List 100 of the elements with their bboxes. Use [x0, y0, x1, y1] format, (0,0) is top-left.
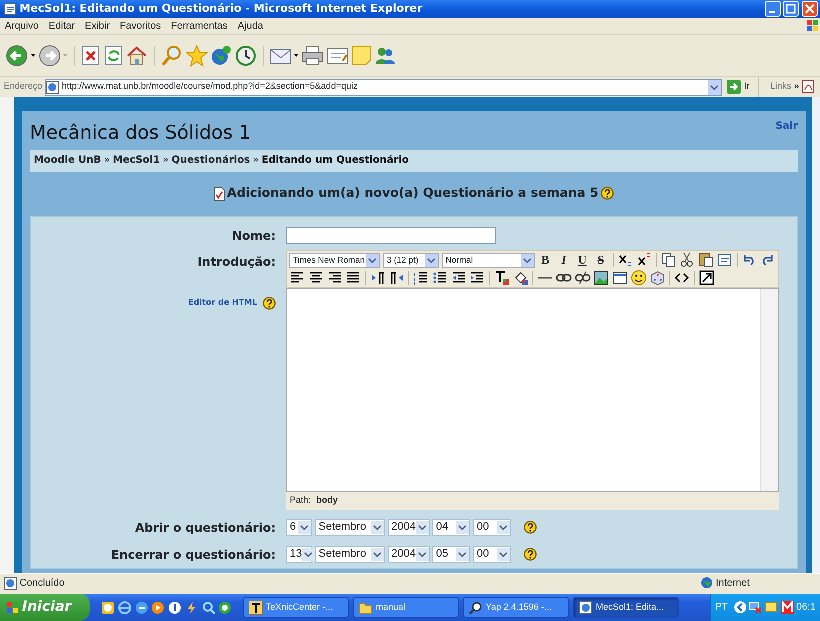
envelope-icon[interactable]	[270, 46, 292, 64]
path-link[interactable]: body	[316, 494, 338, 508]
taskbar-button[interactable]: manual	[353, 597, 460, 618]
quiz-icon	[214, 186, 225, 200]
superscript-icon[interactable]	[636, 252, 652, 268]
dice-icon[interactable]	[650, 270, 666, 286]
links-label[interactable]: Links	[764, 80, 792, 94]
maximize-button[interactable]	[783, 1, 800, 17]
mail-m-icon[interactable]	[780, 601, 794, 614]
table-icon[interactable]	[612, 270, 628, 286]
caret-icon[interactable]	[294, 54, 300, 57]
name-input-field[interactable]	[286, 227, 496, 244]
strikethrough-button[interactable]: S	[593, 252, 609, 268]
left-to-right-icon[interactable]	[370, 270, 386, 286]
minute-select[interactable]: 00	[473, 546, 511, 563]
address-field[interactable]: http://www.mat.unb.br/moodle/course/mod.php?id=2&section=5&add=quiz	[45, 78, 722, 96]
unlink-icon[interactable]	[574, 270, 590, 286]
refresh-icon[interactable]	[104, 46, 124, 66]
help-icon[interactable]	[601, 187, 614, 200]
size-select[interactable]: 3 (12 pt)	[383, 252, 440, 268]
media-player-icon[interactable]	[151, 600, 166, 614]
month-select[interactable]: Setembro	[314, 519, 385, 536]
underline-button[interactable]: U	[574, 252, 590, 268]
bulleted-list-icon[interactable]	[432, 270, 448, 286]
font-select[interactable]: Times New Roman	[289, 252, 380, 268]
year-select[interactable]: 2004	[388, 519, 430, 536]
zone-text: Internet	[716, 576, 751, 590]
minute-select[interactable]: 00	[473, 519, 511, 536]
taskbar-button[interactable]: MecSol1: Edita...	[573, 597, 680, 618]
star-icon[interactable]	[186, 44, 208, 66]
html-editor-link[interactable]: Editor de HTML	[188, 297, 258, 310]
smiley-icon[interactable]	[630, 270, 647, 286]
stop-icon[interactable]	[80, 46, 101, 66]
browser-page-icon	[4, 2, 17, 16]
numbered-list-icon[interactable]	[413, 270, 429, 286]
italic-button[interactable]: I	[556, 252, 572, 268]
breadcrumb-separator: »	[162, 154, 170, 168]
help-icon[interactable]	[263, 296, 276, 310]
go-arrow-icon	[727, 80, 742, 94]
caret-icon[interactable]	[30, 54, 36, 57]
course-title: Mecânica dos Sólidos 1	[30, 121, 252, 146]
clipboard-icon[interactable]	[698, 252, 714, 268]
field-label: Introdução:	[198, 254, 276, 271]
day-select[interactable]: 6	[286, 519, 312, 536]
menu-item[interactable]: Arquivo	[0, 18, 44, 34]
field-label: Nome:	[231, 228, 277, 244]
browser-icon[interactable]	[118, 600, 132, 614]
breadcrumb-link[interactable]: Moodle UnB	[34, 153, 102, 168]
word-paste-icon[interactable]	[716, 252, 733, 268]
menu-item[interactable]: Favoritos	[115, 18, 166, 34]
text-color-icon[interactable]	[494, 270, 510, 286]
image-icon[interactable]	[593, 270, 610, 286]
minimize-button[interactable]	[764, 1, 780, 17]
globe-icon[interactable]	[210, 44, 232, 66]
month-select[interactable]: Setembro	[314, 546, 385, 563]
vertical-scrollbar[interactable]	[812, 97, 820, 573]
people-icon[interactable]	[374, 46, 396, 66]
edit-page-icon[interactable]	[326, 46, 349, 66]
copy-icon[interactable]	[660, 252, 677, 268]
close-button[interactable]	[802, 1, 818, 17]
magnifier-icon	[469, 600, 484, 614]
format-select[interactable]: Normal	[442, 252, 535, 268]
menu-item[interactable]: Ajuda	[232, 18, 268, 34]
menu-item[interactable]: Exibir	[80, 18, 116, 34]
help-icon[interactable]	[524, 521, 537, 534]
hour-select[interactable]: 04	[432, 519, 470, 536]
hour-select[interactable]: 05	[432, 546, 470, 563]
more-links-button[interactable]: »	[794, 80, 800, 94]
printer-icon[interactable]	[302, 46, 324, 66]
pdf-icon[interactable]	[802, 80, 816, 94]
highlight-icon[interactable]	[512, 270, 528, 286]
field-label: Encerrar o questionário:	[110, 546, 277, 564]
day-select[interactable]: 13	[286, 546, 312, 563]
network-icon[interactable]	[749, 601, 762, 614]
taskbar-button[interactable]: Yap 2.4.1596 -...	[463, 597, 570, 618]
info-icon[interactable]	[168, 600, 182, 614]
globe-icon	[701, 577, 714, 589]
page-heading: Adicionando um(a) novo(a) Questionário a semana 5	[227, 184, 599, 202]
browser-page-icon	[579, 600, 594, 614]
window-icon[interactable]	[765, 601, 778, 614]
taskbar-button[interactable]: TeXnicCenter -...	[243, 597, 350, 618]
help-icon[interactable]	[524, 548, 537, 561]
magnifier-icon[interactable]	[202, 600, 216, 614]
right-to-left-icon[interactable]	[388, 270, 404, 286]
breadcrumb-link[interactable]: Questionários	[172, 153, 250, 168]
page-icon	[46, 80, 60, 94]
bold-button[interactable]: B	[538, 252, 554, 268]
scissors-icon[interactable]	[679, 252, 696, 268]
popup-window-icon[interactable]	[698, 270, 714, 286]
menu-item[interactable]: Editar	[44, 18, 80, 34]
year-select[interactable]: 2004	[388, 546, 430, 563]
windows-logo-icon	[6, 600, 20, 614]
chevron-left-icon[interactable]	[734, 601, 747, 614]
field-label: Abrir o questionário:	[134, 520, 277, 536]
menu-item[interactable]: Ferramentas	[166, 18, 233, 34]
go-button[interactable]: Ir	[724, 80, 752, 94]
home-icon[interactable]	[126, 46, 148, 66]
status-text: Concluído	[20, 576, 66, 590]
breadcrumb-link[interactable]: MecSol1	[113, 153, 160, 168]
breadcrumb-separator: »	[104, 154, 110, 168]
